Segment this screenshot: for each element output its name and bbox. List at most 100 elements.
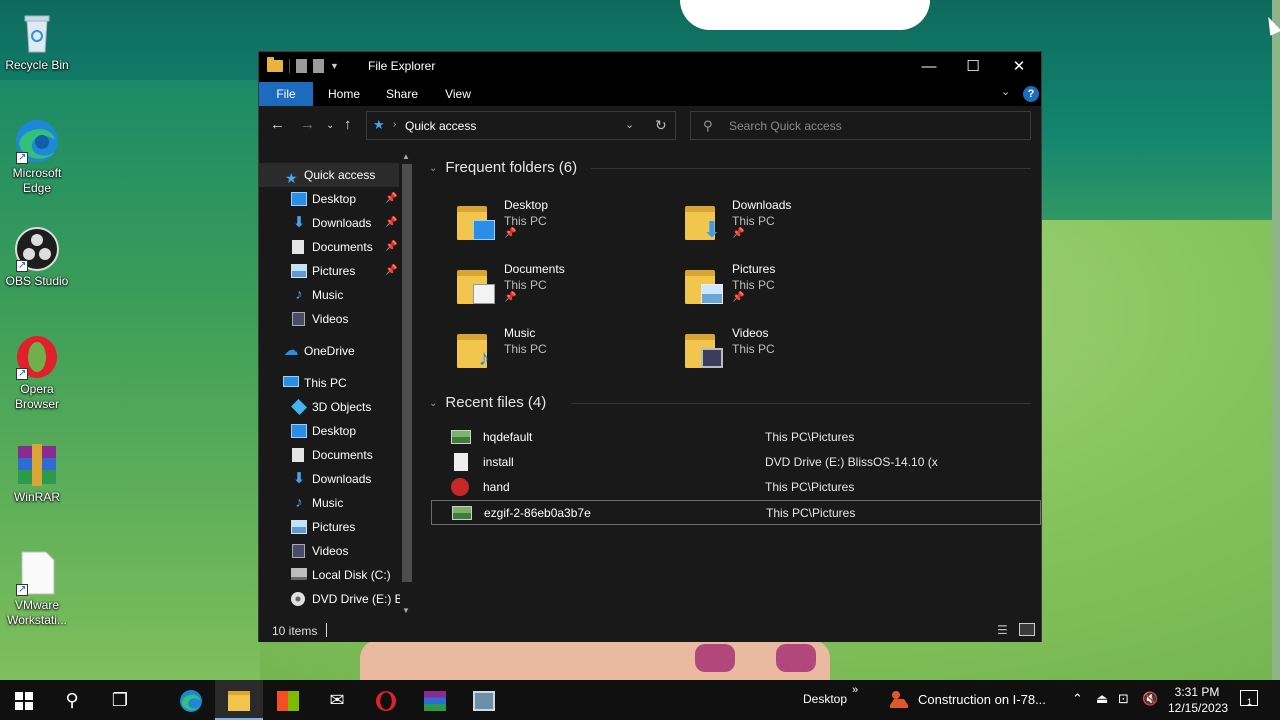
nav-item-this-pc[interactable]: This PC (259, 371, 399, 395)
customize-toolbar-icon[interactable]: ▼ (330, 61, 339, 71)
notification-center-icon[interactable]: 1 (1240, 690, 1258, 707)
close-button[interactable]: ✕ (996, 52, 1042, 82)
nav-item-pc-music[interactable]: ♪ Music (259, 491, 399, 515)
nav-item-local-disk[interactable]: Local Disk (C:) (259, 563, 399, 587)
recent-file-row[interactable]: hand This PC\Pictures (431, 475, 1041, 500)
title-bar[interactable]: ▼ File Explorer — ☐ ✕ (259, 52, 1041, 82)
clock[interactable]: 3:31 PM 12/15/2023 (1168, 684, 1228, 716)
task-view-button[interactable]: ❐ (96, 680, 144, 720)
recent-file-row[interactable]: install DVD Drive (E:) BlissOS-14.10 (x (431, 450, 1041, 475)
taskbar-file-explorer[interactable] (215, 680, 263, 720)
network-icon[interactable]: ⊡ (1118, 691, 1129, 707)
desktop-icon-obs[interactable]: OBS Studio (0, 226, 74, 289)
address-path[interactable]: Quick access (405, 119, 476, 133)
folder-name: Pictures (732, 262, 776, 276)
pin-icon: 📌 (385, 241, 398, 252)
help-icon[interactable]: ? (1023, 86, 1039, 102)
wallpaper-edge (1272, 0, 1280, 680)
chevron-right-icon[interactable]: › (393, 119, 396, 130)
search-field[interactable]: ⚲ (690, 111, 1031, 140)
tab-home[interactable]: Home (327, 82, 361, 106)
recent-file-row[interactable]: hqdefault This PC\Pictures (431, 425, 1041, 450)
nav-item-desktop[interactable]: Desktop 📌 (259, 187, 399, 211)
news-weather-icon[interactable] (888, 689, 910, 711)
taskbar-winrar[interactable] (411, 680, 459, 720)
recent-files-header[interactable]: ⌄ Recent files (4) (429, 394, 546, 411)
scroll-down-icon[interactable]: ▼ (402, 606, 410, 615)
nav-item-quick-access[interactable]: ★ Quick access (259, 163, 399, 187)
up-button[interactable]: ↑ (344, 116, 352, 133)
tab-file[interactable]: File (259, 82, 313, 106)
nav-item-music[interactable]: ♪ Music (259, 283, 399, 307)
minimize-button[interactable]: — (906, 52, 952, 82)
forward-button[interactable]: → (300, 116, 315, 133)
properties-icon[interactable] (296, 59, 307, 73)
show-hidden-icons-icon[interactable]: ⌃ (1072, 691, 1083, 707)
new-folder-icon[interactable] (313, 59, 324, 73)
taskbar-edge[interactable] (167, 680, 215, 720)
search-input[interactable] (729, 117, 1019, 135)
nav-item-3d-objects[interactable]: 3D Objects (259, 395, 399, 419)
expand-ribbon-icon[interactable]: ⌄ (1001, 85, 1010, 98)
taskbar-app[interactable] (460, 680, 508, 720)
desktop-toolbar-label[interactable]: Desktop (803, 692, 847, 706)
folder-name: Downloads (732, 198, 792, 212)
nav-item-pictures[interactable]: Pictures 📌 (259, 259, 399, 283)
chevron-down-icon[interactable]: ⌄ (625, 118, 634, 131)
start-button[interactable] (0, 680, 48, 720)
folder-icon (267, 57, 283, 72)
chevron-double-right-icon[interactable]: » (852, 684, 858, 696)
nav-item-pc-desktop[interactable]: Desktop (259, 419, 399, 443)
taskbar-mail[interactable]: ✉ (313, 680, 361, 720)
nav-item-downloads[interactable]: ⬇ Downloads 📌 (259, 211, 399, 235)
file-location: This PC\Pictures (766, 506, 856, 520)
news-headline[interactable]: Construction on I-78... (918, 692, 1046, 707)
usb-icon[interactable]: ⏏ (1096, 691, 1108, 707)
folder-tile-desktop[interactable]: Desktop This PC 📌 (421, 198, 641, 254)
folder-tile-documents[interactable]: Documents This PC 📌 (421, 262, 641, 318)
nav-item-onedrive[interactable]: ☁ OneDrive (259, 339, 399, 363)
taskbar-store[interactable] (264, 680, 312, 720)
nav-item-pc-downloads[interactable]: ⬇ Downloads (259, 467, 399, 491)
desktop-icon-winrar[interactable]: WinRAR (0, 442, 74, 505)
folder-tile-music[interactable]: ♪ Music This PC (421, 326, 641, 382)
desktop-icon-edge[interactable]: Microsoft Edge (0, 118, 74, 196)
address-field[interactable]: ★ › Quick access ⌄ ↻ (366, 111, 676, 140)
nav-item-videos[interactable]: Videos (259, 307, 399, 331)
file-explorer-window[interactable]: ▼ File Explorer — ☐ ✕ File Home Share Vi… (258, 51, 1042, 642)
chevron-down-icon[interactable]: ⌄ (429, 398, 437, 409)
folder-tile-pictures[interactable]: Pictures This PC 📌 (649, 262, 869, 318)
details-view-icon[interactable]: ☰ (997, 623, 1013, 637)
documents-icon (292, 240, 304, 254)
volume-muted-icon[interactable]: 🔇 (1142, 691, 1158, 707)
text-file-icon (454, 453, 468, 471)
nav-item-pc-documents[interactable]: Documents (259, 443, 399, 467)
desktop-icon-recycle-bin[interactable]: Recycle Bin (0, 10, 74, 73)
back-button[interactable]: ← (270, 116, 285, 133)
frequent-folders-header[interactable]: ⌄ Frequent folders (6) (429, 159, 577, 176)
desktop-icon-vmware[interactable]: VMware Workstati... (0, 550, 74, 628)
nav-item-pc-videos[interactable]: Videos (259, 539, 399, 563)
nav-item-dvd-drive[interactable]: DVD Drive (E:) Bl (259, 587, 405, 611)
recent-locations-button[interactable]: ⌄ (326, 120, 334, 131)
nav-scrollbar[interactable]: ▲ ▼ (400, 152, 414, 618)
desktop-icon-opera[interactable]: Opera Browser (0, 334, 74, 412)
nav-item-pc-pictures[interactable]: Pictures (259, 515, 399, 539)
folder-location: This PC (732, 214, 775, 228)
image-file-icon (452, 506, 472, 520)
scroll-up-icon[interactable]: ▲ (402, 152, 410, 161)
chevron-down-icon[interactable]: ⌄ (429, 163, 437, 174)
tab-view[interactable]: View (443, 82, 473, 106)
maximize-button[interactable]: ☐ (950, 52, 996, 82)
scrollbar-thumb[interactable] (402, 164, 412, 582)
large-icons-view-icon[interactable] (1019, 623, 1035, 636)
folder-tile-downloads[interactable]: ⬇ Downloads This PC 📌 (649, 198, 869, 254)
search-button[interactable]: ⚲ (48, 680, 96, 720)
folder-tile-videos[interactable]: Videos This PC (649, 326, 869, 382)
taskbar-opera[interactable] (362, 680, 410, 720)
nav-item-label: 3D Objects (312, 400, 372, 414)
refresh-icon[interactable]: ↻ (655, 117, 667, 134)
recent-file-row[interactable]: ezgif-2-86eb0a3b7e This PC\Pictures (431, 500, 1041, 525)
tab-share[interactable]: Share (385, 82, 419, 106)
nav-item-documents[interactable]: Documents 📌 (259, 235, 399, 259)
